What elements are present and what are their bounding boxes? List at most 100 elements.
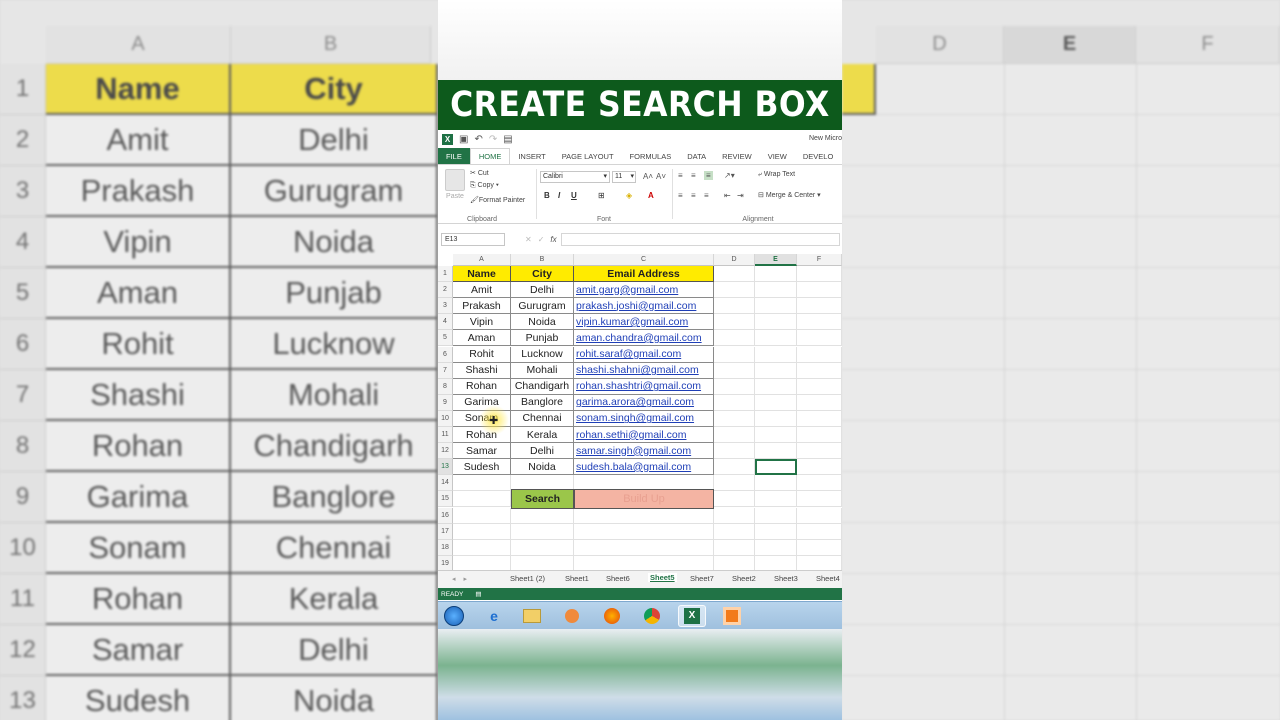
city-cell[interactable]: Lucknow [511, 346, 574, 363]
city-cell[interactable]: Mohali [511, 362, 574, 379]
search-input-cell[interactable]: Build Up [574, 489, 714, 510]
empty-cell[interactable] [714, 491, 755, 508]
empty-cell[interactable] [755, 491, 797, 508]
city-cell[interactable]: Noida [511, 314, 574, 331]
empty-cell[interactable] [755, 539, 797, 556]
empty-cell[interactable] [574, 507, 714, 524]
name-cell[interactable]: Aman [453, 330, 511, 347]
column-header-e[interactable]: E [755, 254, 797, 266]
sheet-tab[interactable]: Sheet1 (2) [510, 574, 545, 583]
row-header[interactable]: 7 [438, 362, 453, 379]
row-header[interactable]: 11 [438, 427, 453, 444]
name-cell[interactable]: Vipin [453, 314, 511, 331]
row-header[interactable]: 14 [438, 475, 453, 492]
city-cell[interactable]: Kerala [511, 427, 574, 444]
row-header[interactable]: 15 [438, 491, 453, 508]
empty-cell[interactable] [755, 427, 797, 444]
empty-cell[interactable] [714, 507, 755, 524]
excel-taskbar-icon[interactable]: X [678, 605, 706, 627]
align-top-icon[interactable]: ≡ [678, 171, 683, 180]
email-link[interactable]: amit.garg@gmail.com [574, 282, 714, 299]
empty-cell[interactable] [797, 346, 842, 363]
empty-cell[interactable] [714, 523, 755, 540]
borders-icon[interactable]: ⊞ [598, 191, 605, 200]
empty-cell[interactable] [797, 314, 842, 331]
tab-file[interactable]: FILE [438, 148, 470, 164]
sheet-tab[interactable]: Sheet5 [648, 573, 677, 582]
empty-cell[interactable] [714, 459, 755, 476]
empty-cell[interactable] [755, 266, 797, 283]
empty-cell[interactable] [797, 378, 842, 395]
italic-icon[interactable]: I [558, 191, 560, 200]
city-cell[interactable]: Chennai [511, 410, 574, 427]
row-header[interactable]: 9 [438, 394, 453, 411]
sheet-tab[interactable]: Sheet6 [606, 574, 630, 583]
empty-cell[interactable] [755, 507, 797, 524]
underline-icon[interactable]: U [571, 191, 577, 200]
empty-cell[interactable] [755, 443, 797, 460]
tab-view[interactable]: VIEW [760, 148, 795, 164]
row-header[interactable]: 5 [438, 330, 453, 347]
font-size-select[interactable]: 11 ▾ [612, 171, 636, 183]
row-header[interactable]: 16 [438, 507, 453, 524]
column-header-d[interactable]: D [714, 254, 755, 266]
paste-button[interactable]: Paste [442, 169, 468, 200]
empty-cell[interactable] [755, 523, 797, 540]
city-cell[interactable]: Delhi [511, 443, 574, 460]
empty-cell[interactable] [453, 475, 511, 492]
empty-cell[interactable] [453, 507, 511, 524]
row-header[interactable]: 3 [438, 298, 453, 315]
empty-cell[interactable] [797, 394, 842, 411]
start-button-icon[interactable] [440, 605, 468, 627]
name-cell[interactable]: Shashi [453, 362, 511, 379]
tab-page-layout[interactable]: PAGE LAYOUT [554, 148, 622, 164]
empty-cell[interactable] [453, 539, 511, 556]
empty-cell[interactable] [574, 555, 714, 570]
firefox-icon[interactable] [598, 605, 626, 627]
name-cell[interactable]: Samar [453, 443, 511, 460]
orientation-icon[interactable]: ↗▾ [724, 171, 735, 180]
city-cell[interactable]: Delhi [511, 282, 574, 299]
empty-cell[interactable] [714, 475, 755, 492]
email-link[interactable]: garima.arora@gmail.com [574, 394, 714, 411]
sheet-tab[interactable]: Sheet1 [565, 574, 589, 583]
row-header[interactable]: 19 [438, 555, 453, 570]
empty-cell[interactable] [714, 555, 755, 570]
wrap-text-button[interactable]: ⤶ Wrap Text [758, 171, 795, 179]
empty-cell[interactable] [511, 523, 574, 540]
fill-color-icon[interactable]: ◈ [626, 191, 632, 200]
align-bottom-icon[interactable]: ≡ [704, 171, 713, 180]
format-painter-button[interactable]: 🖌Format Painter [470, 196, 525, 204]
empty-cell[interactable] [714, 410, 755, 427]
empty-cell[interactable] [755, 555, 797, 570]
sheet-nav-arrows-icon[interactable]: ◂▸ [452, 575, 475, 583]
sheet-tab[interactable]: Sheet4 [816, 574, 840, 583]
empty-cell[interactable] [714, 314, 755, 331]
email-header-cell[interactable]: Email Address [574, 266, 714, 283]
empty-cell[interactable] [797, 282, 842, 299]
row-header[interactable]: 10 [438, 410, 453, 427]
empty-cell[interactable] [755, 410, 797, 427]
save-icon[interactable]: ▣ [459, 134, 468, 145]
city-cell[interactable]: Gurugram [511, 298, 574, 315]
empty-cell[interactable] [714, 378, 755, 395]
name-header-cell[interactable]: Name [453, 266, 511, 283]
email-link[interactable]: sonam.singh@gmail.com [574, 410, 714, 427]
tab-insert[interactable]: INSERT [510, 148, 553, 164]
fx-icon[interactable]: fx [550, 235, 556, 244]
empty-cell[interactable] [714, 427, 755, 444]
tab-review[interactable]: REVIEW [714, 148, 760, 164]
name-box[interactable]: E13 [441, 232, 505, 246]
align-right-icon[interactable]: ≡ [704, 191, 709, 200]
email-link[interactable]: shashi.shahni@gmail.com [574, 362, 714, 379]
align-center-icon[interactable]: ≡ [691, 191, 696, 200]
grow-font-icon[interactable]: A˄ [643, 172, 653, 181]
empty-cell[interactable] [511, 555, 574, 570]
empty-cell[interactable] [755, 282, 797, 299]
empty-cell[interactable] [714, 362, 755, 379]
empty-cell[interactable] [797, 427, 842, 444]
empty-cell[interactable] [714, 330, 755, 347]
empty-cell[interactable] [755, 314, 797, 331]
empty-cell[interactable] [797, 491, 842, 508]
empty-cell[interactable] [755, 298, 797, 315]
